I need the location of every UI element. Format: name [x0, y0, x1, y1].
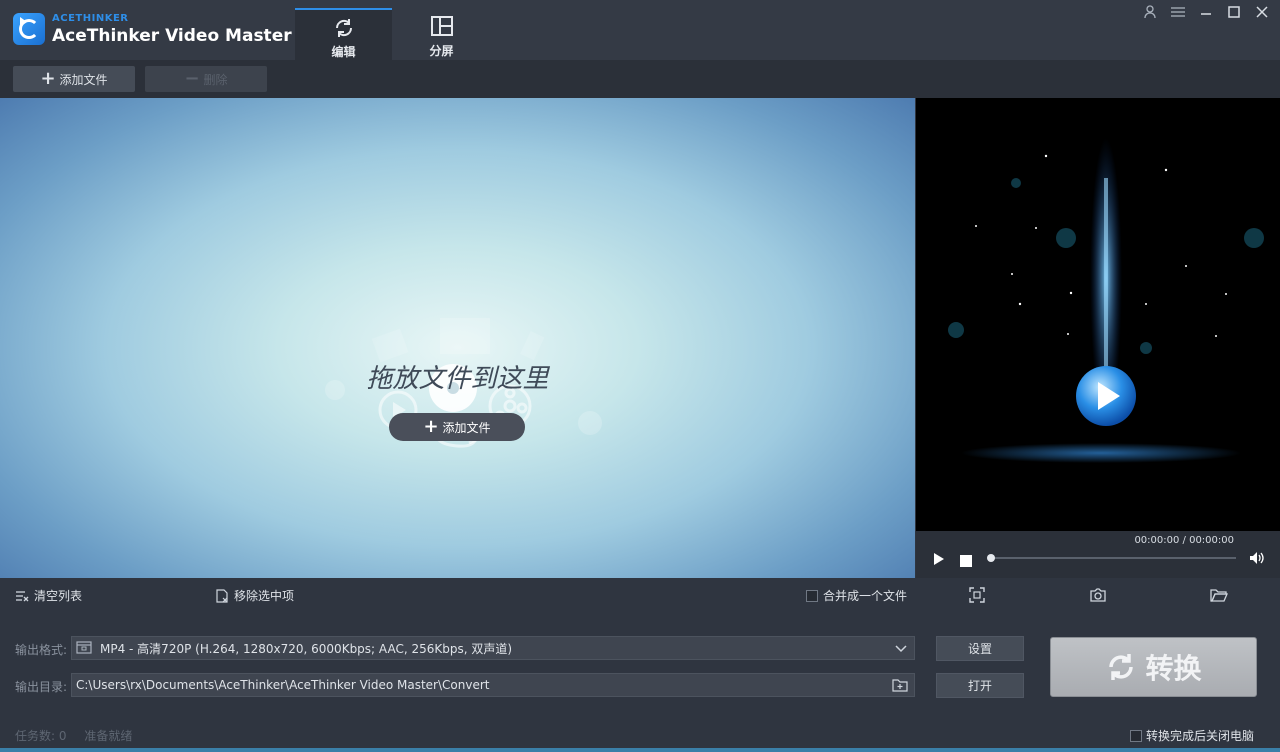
open-dir-button[interactable]: 打开	[936, 673, 1024, 698]
toolbar: + 添加文件 − 删除	[0, 60, 1280, 98]
split-screen-icon	[430, 14, 453, 38]
volume-icon[interactable]	[1249, 550, 1265, 569]
merge-checkbox-box[interactable]	[806, 589, 818, 602]
convert-label: 转换	[1145, 652, 1202, 685]
add-file-label: 添加文件	[59, 72, 108, 87]
remove-selected-label: 移除选中项	[234, 589, 295, 603]
merge-files-checkbox[interactable]: 合并成一个文件	[806, 587, 907, 604]
plus-icon: +	[40, 68, 56, 89]
stop-icon[interactable]	[960, 552, 972, 571]
tab-edit[interactable]: 编辑	[295, 8, 392, 60]
shutdown-label: 转换完成后关闭电脑	[1145, 729, 1254, 743]
playback-time: 00:00:00 / 00:00:00	[1134, 535, 1234, 546]
title-bar: ACETHINKER AceThinker Video Master 编辑 分屏	[0, 0, 1280, 60]
tab-split-screen[interactable]: 分屏	[393, 8, 490, 60]
drop-hint-text: 拖放文件到这里	[366, 364, 549, 394]
remove-selected-icon	[216, 588, 228, 603]
crop-icon[interactable]	[968, 586, 986, 604]
dropzone-add-file-label: 添加文件	[442, 420, 491, 435]
close-icon[interactable]	[1254, 4, 1270, 20]
convert-button[interactable]: 转换	[1050, 637, 1257, 697]
menu-icon[interactable]	[1170, 4, 1186, 20]
output-dir-label: 输出目录:	[15, 680, 68, 694]
file-drop-zone[interactable]: 拖放文件到这里 + 添加文件	[0, 98, 915, 578]
format-folder-icon	[76, 640, 92, 657]
clear-list-button[interactable]: 清空列表	[15, 587, 82, 604]
open-folder-icon[interactable]	[1210, 586, 1228, 604]
app-logo-icon	[13, 13, 45, 45]
output-format-label: 输出格式:	[15, 643, 68, 657]
output-format-select[interactable]: MP4 - 高清720P (H.264, 1280x720, 6000Kbps;…	[71, 636, 915, 660]
delete-label: 删除	[203, 72, 228, 87]
clear-list-icon	[16, 590, 29, 601]
output-dir-value: C:\Users\rx\Documents\AceThinker\AceThin…	[76, 678, 490, 692]
bottom-accent-line	[0, 748, 1280, 752]
output-dir-field[interactable]: C:\Users\rx\Documents\AceThinker\AceThin…	[71, 673, 915, 697]
settings-button[interactable]: 设置	[936, 636, 1024, 661]
refresh-icon	[333, 16, 355, 39]
merge-label: 合并成一个文件	[823, 589, 908, 603]
delete-button[interactable]: − 删除	[145, 66, 267, 92]
convert-refresh-icon	[1109, 654, 1134, 680]
user-icon[interactable]	[1142, 4, 1158, 20]
maximize-icon[interactable]	[1226, 4, 1242, 20]
dropzone-add-file-button[interactable]: + 添加文件	[389, 413, 525, 441]
clear-list-label: 清空列表	[34, 589, 83, 603]
shutdown-after-convert-checkbox[interactable]: 转换完成后关闭电脑	[1129, 727, 1254, 744]
task-count: 任务数: 0	[15, 729, 67, 743]
video-preview	[916, 98, 1280, 531]
status-bar: 任务数: 0 准备就绪	[15, 727, 132, 744]
app-title: AceThinker Video Master	[52, 26, 292, 46]
delete-icon: −	[184, 68, 200, 89]
tab-split-label: 分屏	[429, 44, 454, 58]
brand-small-text: ACETHINKER	[52, 13, 129, 24]
progress-slider[interactable]	[987, 554, 1236, 562]
browse-folder-icon[interactable]	[892, 678, 908, 695]
play-icon[interactable]	[933, 551, 945, 570]
player-controls: 00:00:00 / 00:00:00	[916, 531, 1280, 578]
shutdown-checkbox-box[interactable]	[1129, 729, 1142, 742]
chevron-down-icon[interactable]	[894, 641, 908, 658]
tab-edit-label: 编辑	[331, 45, 356, 59]
list-actions-bar: 清空列表 移除选中项 合并成一个文件	[0, 578, 1280, 614]
remove-selected-button[interactable]: 移除选中项	[215, 587, 294, 604]
preview-splash-image	[948, 138, 1264, 463]
snapshot-camera-icon[interactable]	[1089, 586, 1107, 604]
output-format-value: MP4 - 高清720P (H.264, 1280x720, 6000Kbps;…	[100, 641, 513, 656]
progress-knob[interactable]	[987, 554, 995, 562]
status-state: 准备就绪	[84, 729, 133, 743]
minimize-icon[interactable]	[1198, 4, 1214, 20]
plus-icon: +	[423, 416, 439, 437]
add-file-button[interactable]: + 添加文件	[13, 66, 135, 92]
